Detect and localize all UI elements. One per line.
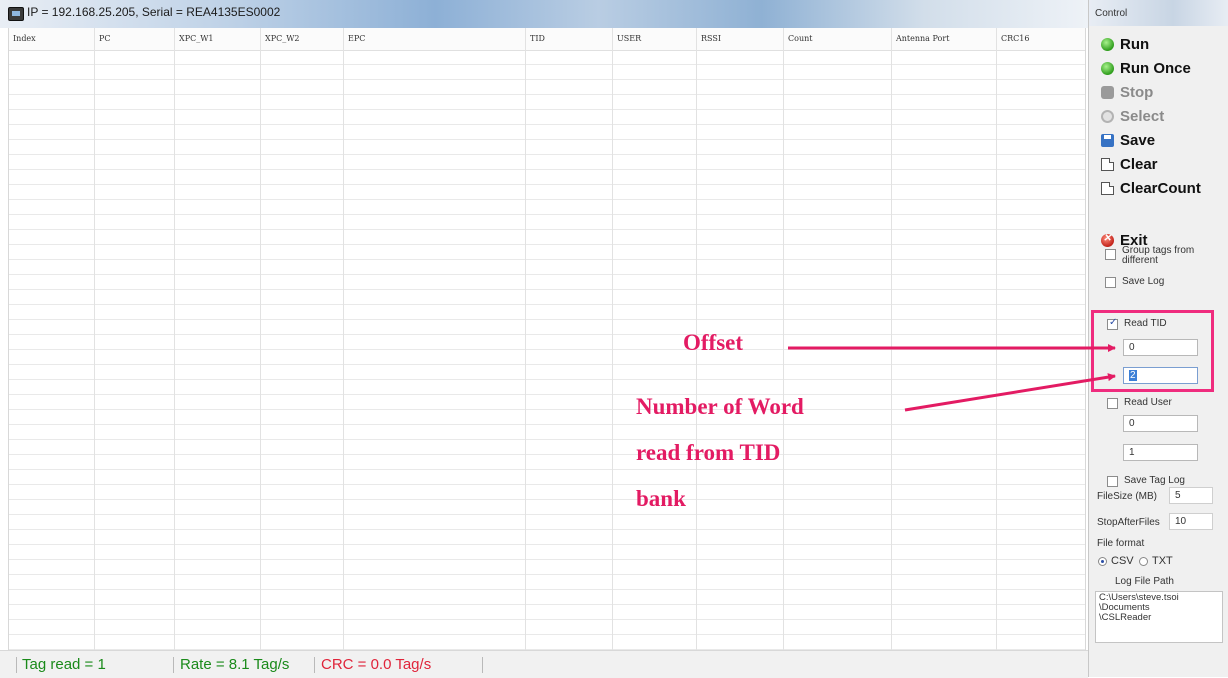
word-count-arrow [904,373,1116,412]
annotation-arrows [788,344,1116,412]
